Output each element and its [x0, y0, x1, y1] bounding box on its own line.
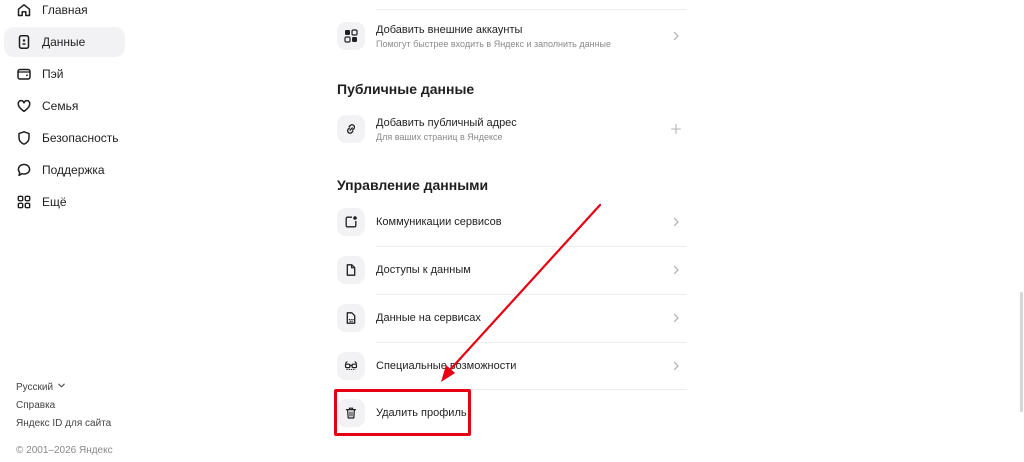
- notification-square-icon: [337, 208, 365, 236]
- trash-icon: [337, 399, 365, 427]
- glasses-icon: [337, 352, 365, 380]
- sidebar-item-data[interactable]: Данные: [4, 27, 125, 57]
- external-accounts-icon: [337, 22, 365, 50]
- sidebar-item-more[interactable]: Ещё: [4, 187, 125, 217]
- file-data-icon: [337, 304, 365, 332]
- home-icon: [16, 2, 32, 18]
- row-separator: [376, 9, 687, 10]
- row-title: Доступы к данным: [376, 264, 471, 276]
- row-separator: [376, 342, 687, 343]
- chat-bubble-icon: [16, 162, 32, 178]
- chevron-right-icon: [669, 29, 683, 43]
- row-separator: [376, 294, 687, 295]
- delete-profile-row[interactable]: Удалить профиль: [337, 398, 687, 428]
- shield-icon: [16, 130, 32, 146]
- plus-icon[interactable]: [669, 122, 683, 136]
- sidebar-item-label: Поддержка: [42, 163, 105, 177]
- language-label: Русский: [16, 382, 54, 393]
- sidebar-item-label: Семья: [42, 99, 79, 113]
- add-public-address-row[interactable]: Добавить публичный адрес Для ваших стран…: [337, 113, 687, 145]
- row-subtitle: Для ваших страниц в Яндексе: [376, 131, 503, 142]
- scrollbar-thumb[interactable]: [1020, 292, 1023, 412]
- row-title: Коммуникации сервисов: [376, 216, 502, 228]
- row-title: Добавить внешние аккаунты: [376, 23, 523, 36]
- sidebar-item-label: Данные: [42, 35, 86, 49]
- sidebar-item-pay[interactable]: Пэй: [4, 59, 125, 89]
- chevron-right-icon: [669, 311, 683, 325]
- sidebar-item-label: Главная: [42, 3, 88, 17]
- grid-icon: [16, 194, 32, 210]
- row-title: Специальные возможности: [376, 360, 517, 372]
- row-title: Добавить публичный адрес: [376, 116, 517, 129]
- sidebar-item-label: Ещё: [42, 195, 67, 209]
- scrollbar[interactable]: [1018, 0, 1024, 462]
- chevron-down-icon: [57, 381, 66, 395]
- sidebar-item-security[interactable]: Безопасность: [4, 123, 125, 153]
- copyright-text: © 2001–2026 Яндекс: [16, 445, 113, 456]
- chevron-right-icon: [669, 215, 683, 229]
- sidebar-item-label: Безопасность: [42, 131, 119, 145]
- document-icon: [337, 256, 365, 284]
- row-separator: [376, 246, 687, 247]
- heart-icon: [16, 98, 32, 114]
- add-external-accounts-row[interactable]: Добавить внешние аккаунты Помогут быстре…: [337, 20, 687, 52]
- row-subtitle: Помогут быстрее входить в Яндекс и запол…: [376, 38, 612, 49]
- wallet-icon: [16, 66, 32, 82]
- chevron-right-icon: [669, 359, 683, 373]
- sidebar-item-support[interactable]: Поддержка: [4, 155, 125, 185]
- sidebar-item-family[interactable]: Семья: [4, 91, 125, 121]
- help-link[interactable]: Справка: [16, 397, 111, 415]
- id-card-icon: [16, 34, 32, 50]
- service-communications-row[interactable]: Коммуникации сервисов: [337, 207, 687, 237]
- accessibility-row[interactable]: Специальные возможности: [337, 351, 687, 381]
- yandex-id-for-site-link[interactable]: Яндекс ID для сайта: [16, 415, 111, 433]
- sidebar-item-label: Пэй: [42, 67, 64, 81]
- sidebar-footer: Русский Справка Яндекс ID для сайта: [16, 379, 111, 433]
- sidebar-item-home[interactable]: Главная: [4, 0, 125, 25]
- link-icon: [337, 115, 365, 143]
- section-title-manage-data: Управление данными: [337, 177, 489, 193]
- data-on-services-row[interactable]: Данные на сервисах: [337, 303, 687, 333]
- chevron-right-icon: [669, 263, 683, 277]
- row-title: Данные на сервисах: [376, 312, 481, 324]
- row-title: Удалить профиль: [376, 407, 467, 419]
- row-separator: [376, 389, 687, 390]
- language-selector[interactable]: Русский: [16, 379, 111, 397]
- sidebar: Главная Данные Пэй Семья Безопасность По…: [0, 0, 130, 462]
- section-title-public-data: Публичные данные: [337, 81, 475, 97]
- data-access-row[interactable]: Доступы к данным: [337, 255, 687, 285]
